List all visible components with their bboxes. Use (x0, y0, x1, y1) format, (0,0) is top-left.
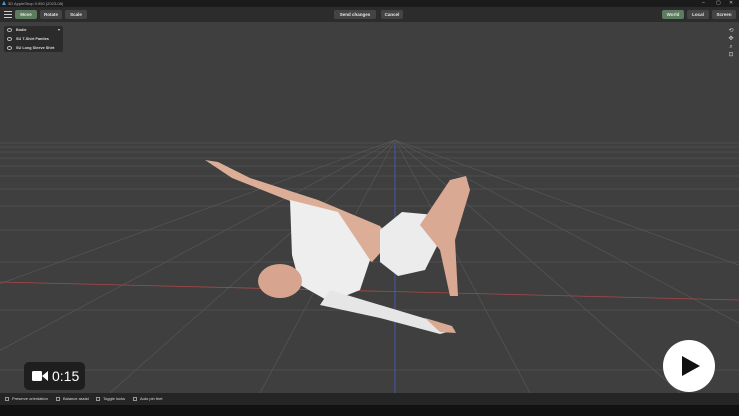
viewport-tools: ⟲ ✥ ⌕ ⊡ (727, 27, 737, 59)
preserve-orientation-toggle[interactable]: Preserve orientation (5, 395, 48, 403)
scale-button[interactable]: Scale (65, 10, 87, 19)
outliner-item-tshirt-panties[interactable]: SU T-Shirt Panties (4, 35, 63, 43)
outliner-item-label: SU Long Sleeve Shirt (16, 46, 55, 50)
zoom-icon[interactable]: ⌕ (727, 43, 735, 51)
3d-viewport[interactable] (0, 22, 739, 393)
toggle-label: Auto pin feet (140, 396, 163, 401)
outliner-item-bodie[interactable]: Bodie ▾ (4, 26, 63, 34)
toolbar: Move Rotate Scale Send changes Cancel Wo… (0, 7, 739, 22)
close-icon[interactable]: ✕ (729, 0, 733, 7)
cancel-button[interactable]: Cancel (381, 10, 403, 19)
rotate-view-icon[interactable]: ⟲ (727, 27, 735, 35)
visibility-eye-icon[interactable] (7, 28, 12, 32)
outliner-item-long-sleeve-shirt[interactable]: SU Long Sleeve Shirt (4, 44, 63, 52)
checkbox-icon[interactable] (133, 396, 137, 401)
checkbox-icon[interactable] (56, 396, 60, 401)
move-button[interactable]: Move (15, 10, 37, 19)
status-bar: Preserve orientation Balance assist Togg… (0, 393, 739, 405)
toggle-label: Toggle locks (103, 396, 126, 401)
visibility-eye-icon[interactable] (7, 46, 12, 50)
play-button[interactable] (663, 340, 715, 392)
app-logo-icon (2, 1, 6, 5)
screen-space-button[interactable]: Screen (712, 10, 736, 19)
scene-outliner-panel: Bodie ▾ SU T-Shirt Panties SU Long Sleev… (4, 26, 63, 52)
play-icon (682, 356, 700, 376)
toggle-label: Preserve orientation (12, 396, 48, 401)
video-duration: 0:15 (52, 368, 80, 384)
video-camera-icon (32, 371, 48, 381)
world-space-button[interactable]: World (662, 10, 684, 19)
video-duration-badge: 0:15 (24, 362, 85, 390)
rotate-button[interactable]: Rotate (40, 10, 62, 19)
balance-assist-toggle[interactable]: Balance assist (56, 395, 89, 403)
checkbox-icon[interactable] (96, 396, 100, 401)
bottom-bar (0, 405, 739, 416)
pan-icon[interactable]: ✥ (727, 35, 735, 43)
visibility-eye-icon[interactable] (7, 37, 12, 41)
maximize-icon[interactable]: ▢ (716, 0, 721, 7)
checkbox-icon[interactable] (5, 396, 9, 401)
toggle-label: Balance assist (63, 396, 89, 401)
chevron-down-icon[interactable]: ▾ (58, 26, 60, 34)
send-changes-button[interactable]: Send changes (334, 10, 376, 19)
toggle-locks-toggle[interactable]: Toggle locks (96, 395, 125, 403)
outliner-item-label: SU T-Shirt Panties (16, 37, 49, 41)
frame-icon[interactable]: ⊡ (727, 51, 735, 59)
local-space-button[interactable]: Local (687, 10, 709, 19)
window-title: 3D AppleShop 0.950 (2023-08) (8, 1, 64, 6)
title-bar: 3D AppleShop 0.950 (2023-08) – ▢ ✕ (0, 0, 739, 7)
outliner-item-label: Bodie (16, 28, 27, 32)
minimize-icon[interactable]: – (702, 0, 705, 7)
hamburger-menu-icon[interactable] (4, 11, 12, 18)
auto-pin-feet-toggle[interactable]: Auto pin feet (133, 395, 162, 403)
